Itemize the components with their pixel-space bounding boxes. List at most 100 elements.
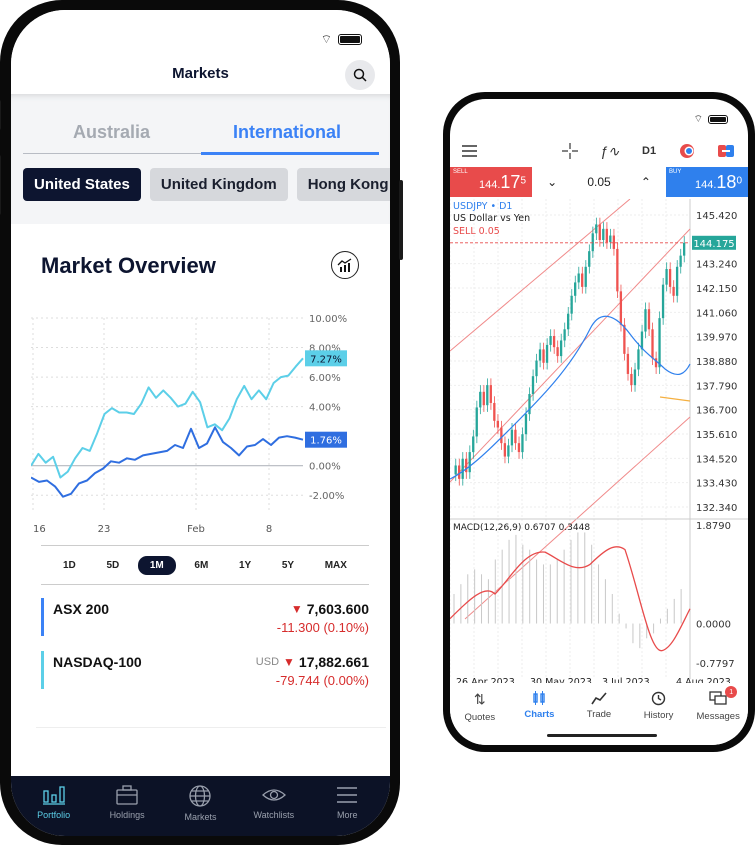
candle-body [538,349,542,361]
range-max[interactable]: MAX [313,556,359,575]
trade-button[interactable] [718,137,734,165]
nav-portfolio[interactable]: Portfolio [19,776,89,836]
chip-hong-kong[interactable]: Hong Kong [296,168,390,201]
macd-label: MACD(12,26,9) 0.6707 0.3448 [453,523,590,533]
nav-label: Holdings [109,810,145,820]
candle-body [668,269,672,287]
range-6m[interactable]: 6M [182,556,220,575]
sell-label: SELL [453,169,468,175]
status-bar: ⌔ [694,113,728,126]
trend-line-icon [591,692,607,705]
unread-badge: 1 [725,686,738,698]
nav-more[interactable]: More [312,776,382,836]
price-axis-label: 142.150 [696,284,737,295]
tab-underline [201,152,379,155]
menu-button[interactable] [462,137,477,165]
crosshair-button[interactable] [562,137,578,165]
candle-body [524,414,528,435]
index-row-nasdaq100[interactable]: NASDAQ-100 USD ▼ 17,882.661 -79.744 (0.00%… [41,651,369,691]
candle-body [552,335,556,348]
candle-body [489,385,492,403]
sell-button[interactable]: SELL 144.175 [450,167,532,197]
wifi-icon: ⌔ [693,114,703,125]
candle-body [619,291,623,325]
candle-body [458,465,461,479]
range-5d[interactable]: 5D [94,556,131,575]
search-button[interactable] [345,60,375,90]
timeframe-button[interactable]: D1 [642,137,656,165]
x-tick-label: 23 [98,524,111,535]
y-tick-label: 10.00% [309,314,347,325]
tab-international[interactable]: International [233,122,341,143]
last-value-label: 1.76% [310,436,342,447]
tab-australia[interactable]: Australia [73,122,150,143]
range-1y[interactable]: 1Y [227,556,263,575]
candle-body [598,224,601,241]
range-5y[interactable]: 5Y [270,556,306,575]
candle-body [507,445,510,457]
crosshair-icon [562,143,578,159]
candle-body [584,266,587,287]
candle-body [510,429,514,446]
eye-icon [261,789,286,801]
candle-body [605,228,608,243]
nav-quotes[interactable]: ⇅ Quotes [451,683,509,745]
candle-body [672,286,675,296]
nav-watchlists[interactable]: Watchlists [239,776,309,836]
price-axis-label: 138.880 [696,357,737,368]
symbol-description: US Dollar vs Yen [453,213,530,224]
candle-body [647,309,651,330]
candle-body [566,313,570,330]
tabs: Australia International [23,114,379,155]
nav-messages[interactable]: 1 Messages [689,683,747,745]
market-selector: Australia International United States Un… [11,94,390,224]
candle-body [595,224,598,234]
objects-icon [680,144,694,158]
index-row-asx200[interactable]: ASX 200 ▼ 7,603.600 -11.300 (0.10%) [41,598,369,638]
chip-united-kingdom[interactable]: United Kingdom [149,168,288,201]
candle-body [531,376,535,395]
right-phone: ⌔ ƒ∿ D1 SELL 144.175 ⌄ 0.05 ⌃ BUY 144.18… [443,92,755,752]
candle-body [482,391,485,406]
decrease-lot-button[interactable]: ⌄ [547,175,557,189]
candle-body [591,233,594,252]
range-1d[interactable]: 1D [51,556,88,575]
indicators-button[interactable]: ƒ∿ [600,137,620,165]
candle-body [514,429,517,444]
candle-body [472,436,475,453]
left-phone: ⌔ Markets Australia International United… [0,0,403,845]
index-name: NASDAQ-100 [53,654,142,670]
market-overview-title: Market Overview [41,253,216,278]
chip-united-states[interactable]: United States [23,168,141,201]
currency-label: USD [255,656,280,668]
nav-label: Charts [524,709,555,720]
trade-icon [718,145,734,157]
nav-markets[interactable]: Markets [165,776,235,836]
lot-size-control: ⌄ 0.05 ⌃ [532,167,666,197]
lot-size-value[interactable]: 0.05 [587,175,610,189]
price-axis-label: 141.060 [696,308,737,319]
y-tick-label: -2.00% [309,491,344,502]
chart-toolbar: ƒ∿ D1 [450,137,748,165]
symbol-label: USDJPY • D1 [453,201,512,212]
battery-icon [338,34,362,45]
history-icon [651,691,666,706]
candle-body [675,266,679,296]
nav-holdings[interactable]: Holdings [92,776,162,836]
candle-body [626,353,630,374]
price-axis-label: 132.340 [696,503,737,514]
increase-lot-button[interactable]: ⌃ [641,175,651,189]
index-price: ▼ 7,603.600 [291,601,369,617]
buy-price: 144.180 [694,172,742,192]
buy-button[interactable]: BUY 144.180 [666,167,748,197]
range-1m[interactable]: 1M [137,555,176,575]
objects-button[interactable] [679,137,695,165]
menu-icon [462,145,477,157]
wifi-icon: ⌔ [320,32,332,46]
down-triangle-icon: ▼ [283,655,295,669]
price-chart[interactable]: 145.420 143.240 142.150 141.060 139.970 138.8… [450,199,748,689]
chart-type-button[interactable] [331,251,359,279]
candle-body [461,458,464,479]
nav-label: Quotes [464,712,496,723]
series-line-nasdaq-100 [31,357,304,479]
